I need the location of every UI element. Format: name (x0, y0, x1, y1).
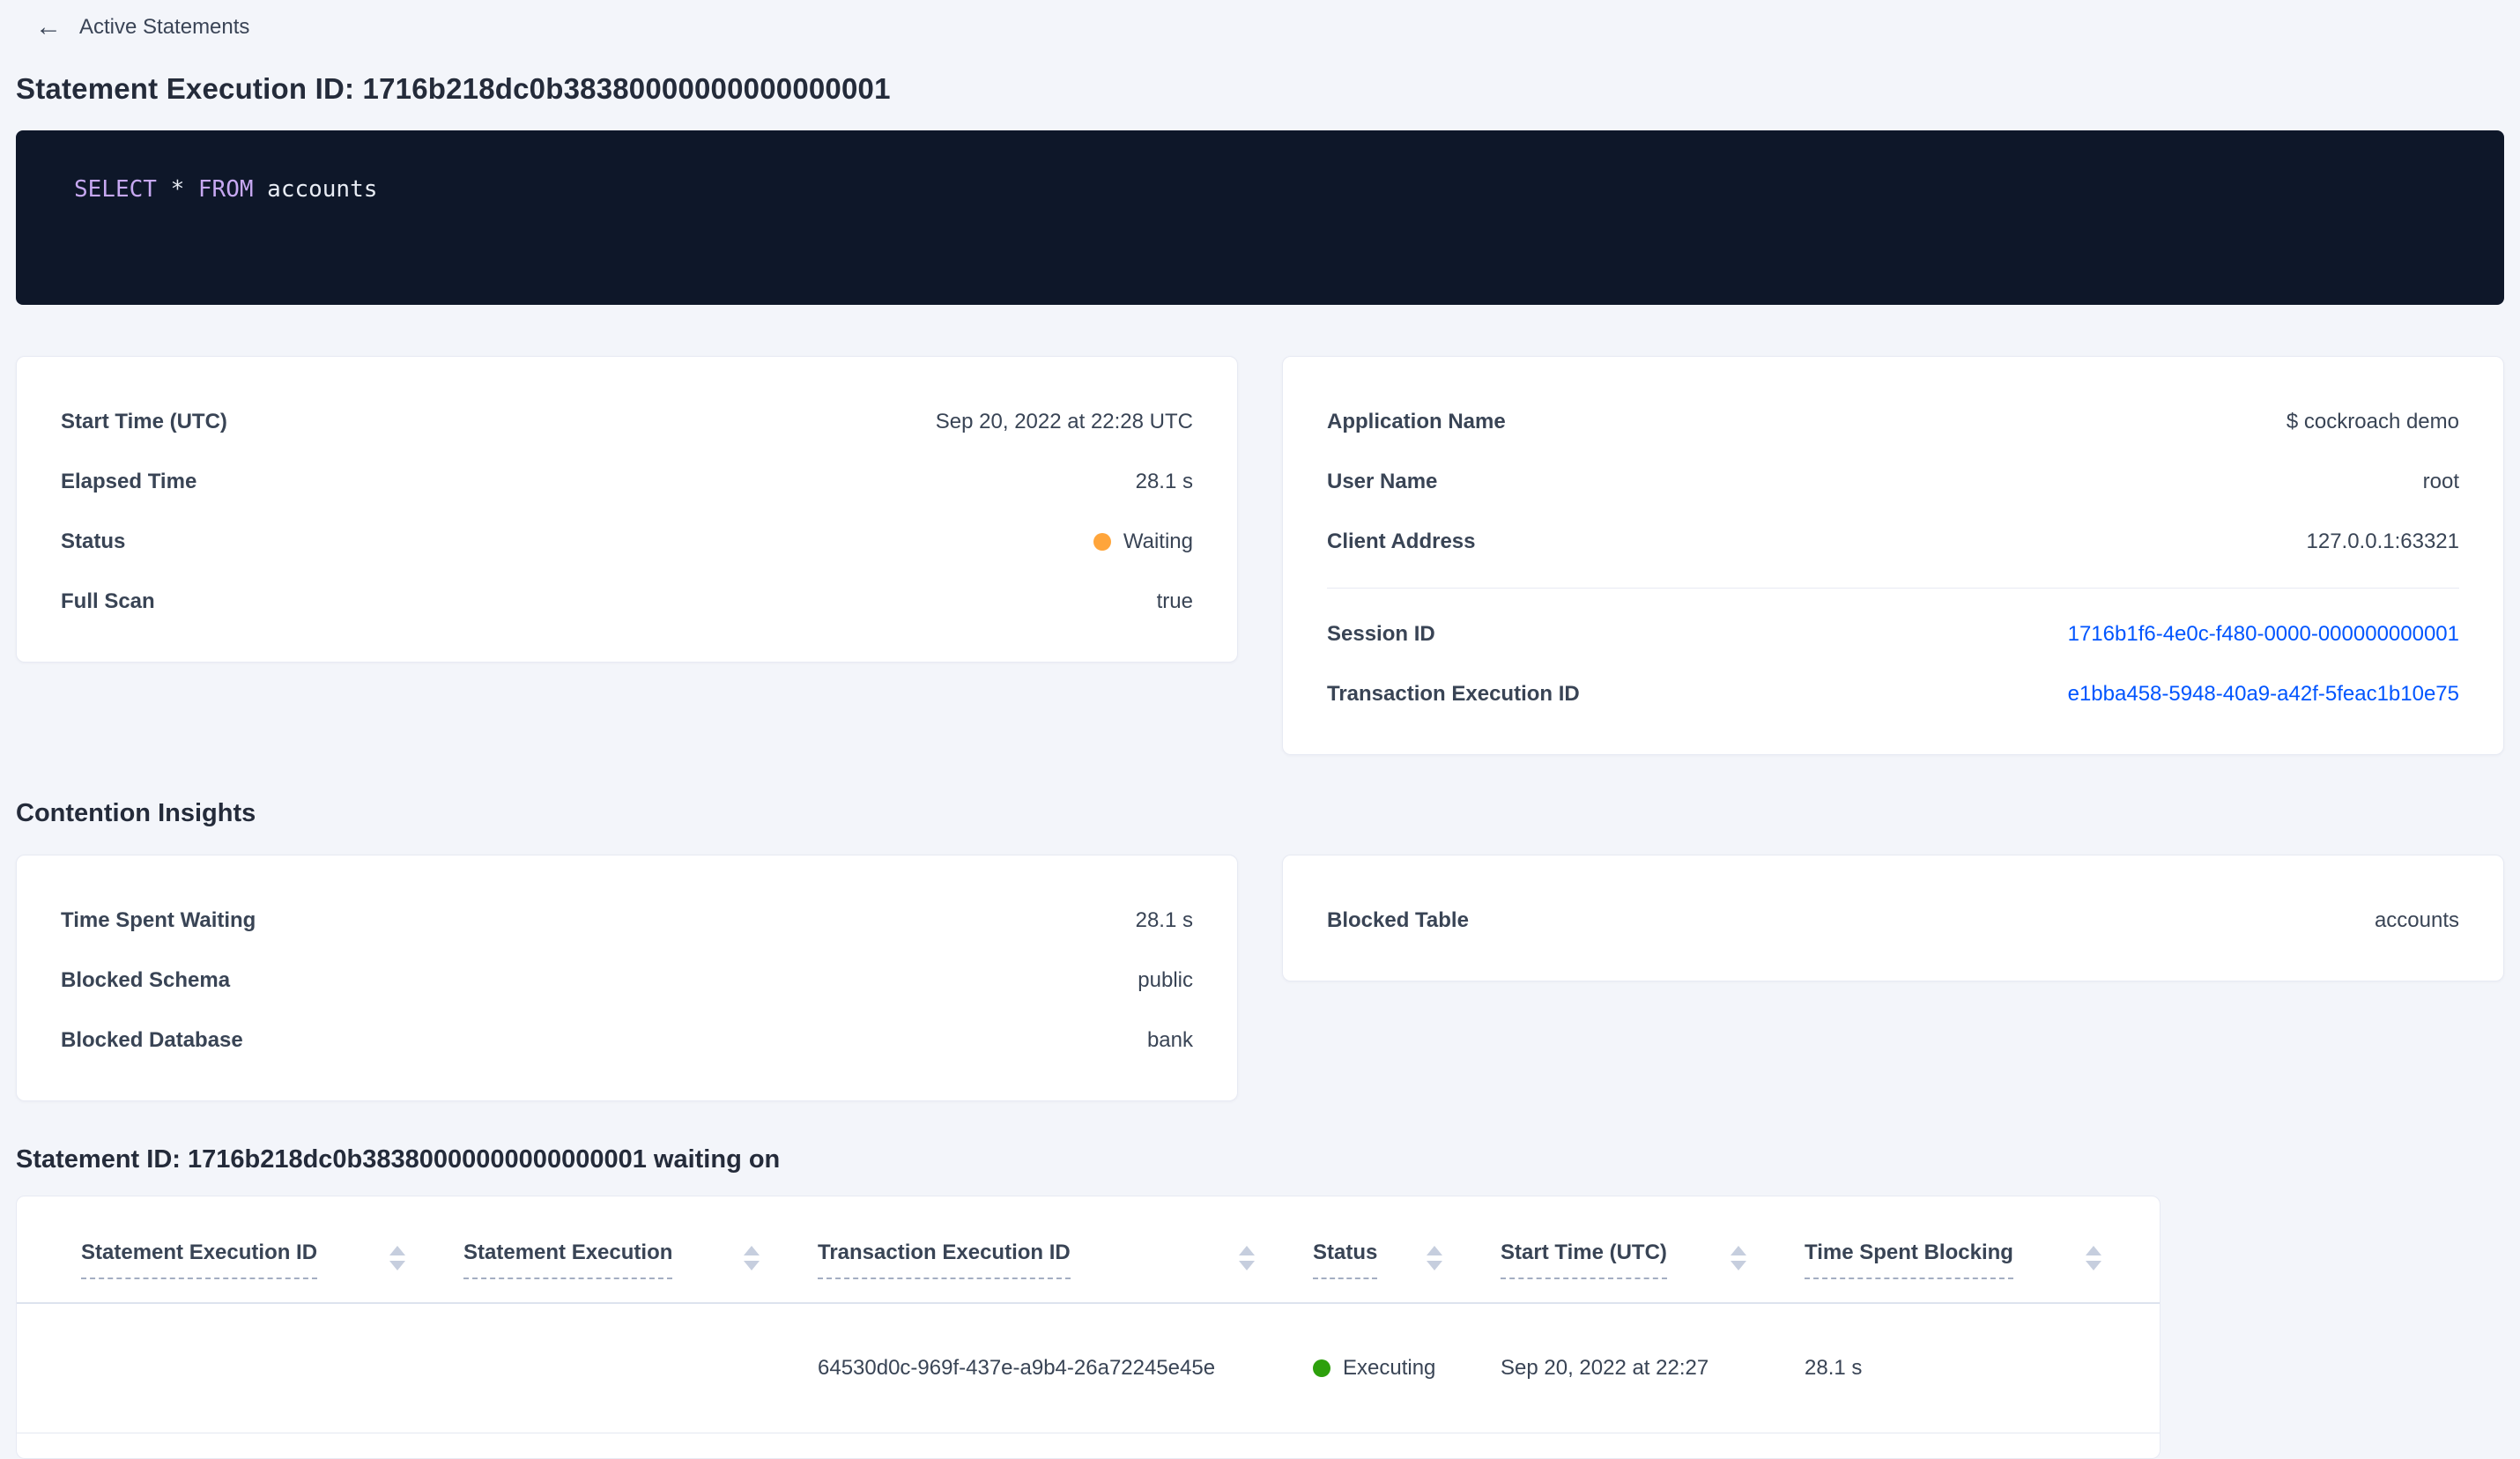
waiting-status-dot-icon (1093, 533, 1111, 551)
full-scan-value: true (1156, 589, 1193, 613)
elapsed-time-label: Elapsed Time (61, 470, 197, 493)
sort-icon[interactable] (744, 1246, 760, 1270)
cell-status: Executing (1313, 1304, 1501, 1433)
transaction-execution-id-label: Transaction Execution ID (1327, 682, 1580, 706)
col-header-start-time[interactable]: Start Time (UTC) (1501, 1196, 1805, 1302)
sql-keyword-from: FROM (197, 176, 254, 203)
elapsed-time-value: 28.1 s (1135, 470, 1193, 493)
back-arrow-icon: ← (35, 12, 62, 41)
waiting-on-table: Statement Execution ID Statement Executi… (16, 1196, 2161, 1459)
start-time-label: Start Time (UTC) (61, 410, 227, 433)
sort-icon[interactable] (1239, 1246, 1255, 1270)
sort-icon[interactable] (2086, 1246, 2101, 1270)
card-divider (1327, 588, 2459, 589)
col-header-label: Time Spent Blocking (1805, 1241, 2013, 1279)
sql-table-name: accounts (253, 176, 378, 203)
col-header-label: Statement Execution ID (81, 1241, 318, 1279)
col-header-label: Statement Execution (463, 1241, 673, 1279)
time-spent-waiting-row: Time Spent Waiting 28.1 s (61, 891, 1193, 951)
contention-insights-heading: Contention Insights (16, 799, 256, 827)
execution-overview-card: Start Time (UTC) Sep 20, 2022 at 22:28 U… (16, 356, 1238, 663)
col-header-statement-execution[interactable]: Statement Execution (463, 1196, 818, 1302)
breadcrumb-label: Active Statements (79, 15, 250, 39)
col-header-label: Start Time (UTC) (1501, 1241, 1667, 1279)
page-title: Statement Execution ID: 1716b218dc0b3838… (16, 72, 891, 105)
transaction-execution-id-row: Transaction Execution ID e1bba458-5948-4… (1327, 664, 2459, 724)
full-scan-label: Full Scan (61, 589, 155, 613)
cell-transaction-execution-id: 64530d0c-969f-437e-a9b4-26a72245e45e (818, 1356, 1216, 1380)
blocked-database-row: Blocked Database bank (61, 1011, 1193, 1070)
executing-status: Executing (1313, 1356, 1435, 1381)
user-name-value: root (2422, 470, 2459, 493)
overview-cards-row: Start Time (UTC) Sep 20, 2022 at 22:28 U… (16, 356, 2504, 755)
cell-statement-execution (463, 1304, 818, 1433)
status-text: Waiting (1123, 530, 1193, 553)
time-spent-waiting-label: Time Spent Waiting (61, 908, 256, 932)
blocked-schema-value: public (1138, 968, 1193, 992)
col-header-label: Transaction Execution ID (818, 1241, 1071, 1279)
blocked-schema-label: Blocked Schema (61, 968, 231, 992)
col-header-status[interactable]: Status (1313, 1196, 1501, 1302)
status-value: Waiting (1093, 530, 1193, 554)
col-header-statement-execution-id[interactable]: Statement Execution ID (81, 1196, 463, 1302)
blocked-table-row: Blocked Table accounts (1327, 891, 2459, 951)
sql-statement-text: SELECT * FROM accounts (74, 176, 377, 203)
executing-status-dot-icon (1313, 1359, 1330, 1377)
table-row: 64530d0c-969f-437e-a9b4-26a72245e45e Exe… (17, 1304, 2160, 1433)
application-name-row: Application Name $ cockroach demo (1327, 392, 2459, 452)
col-header-time-spent-blocking[interactable]: Time Spent Blocking (1805, 1196, 2160, 1302)
user-name-row: User Name root (1327, 452, 2459, 512)
time-spent-waiting-value: 28.1 s (1135, 908, 1193, 932)
session-id-link[interactable]: 1716b1f6-4e0c-f480-0000-000000000001 (2068, 622, 2459, 647)
sort-icon[interactable] (1731, 1246, 1746, 1270)
col-header-label: Status (1313, 1241, 1378, 1279)
client-address-row: Client Address 127.0.0.1:63321 (1327, 512, 2459, 572)
blocked-table-label: Blocked Table (1327, 908, 1469, 932)
blocked-database-value: bank (1146, 1028, 1193, 1052)
blocked-table-value: accounts (2374, 908, 2459, 932)
application-name-value: $ cockroach demo (2286, 410, 2459, 433)
application-name-label: Application Name (1327, 410, 1506, 433)
elapsed-time-row: Elapsed Time 28.1 s (61, 452, 1193, 512)
transaction-execution-id-link[interactable]: e1bba458-5948-40a9-a42f-5feac1b10e75 (2068, 682, 2459, 707)
full-scan-row: Full Scan true (61, 572, 1193, 632)
sort-icon[interactable] (389, 1246, 405, 1270)
cell-start-time: Sep 20, 2022 at 22:27 (1501, 1356, 1709, 1380)
session-id-label: Session ID (1327, 622, 1435, 646)
cell-statement-execution-id (81, 1304, 463, 1433)
cell-time-spent-blocking: 28.1 s (1805, 1356, 1863, 1380)
client-address-label: Client Address (1327, 530, 1476, 553)
breadcrumb-back-link[interactable]: ← Active Statements (35, 14, 249, 41)
contention-left-card: Time Spent Waiting 28.1 s Blocked Schema… (16, 855, 1238, 1101)
start-time-row: Start Time (UTC) Sep 20, 2022 at 22:28 U… (61, 392, 1193, 452)
session-id-row: Session ID 1716b1f6-4e0c-f480-0000-00000… (1327, 604, 2459, 664)
start-time-value: Sep 20, 2022 at 22:28 UTC (935, 410, 1193, 433)
user-name-label: User Name (1327, 470, 1438, 493)
waiting-on-heading: Statement ID: 1716b218dc0b38380000000000… (16, 1145, 781, 1174)
sql-keyword-select: SELECT (74, 176, 157, 203)
status-label: Status (61, 530, 126, 553)
client-address-value: 127.0.0.1:63321 (2306, 530, 2460, 553)
status-row: Status Waiting (61, 512, 1193, 572)
session-details-card: Application Name $ cockroach demo User N… (1282, 356, 2504, 755)
executing-status-text: Executing (1343, 1356, 1436, 1380)
sort-icon[interactable] (1427, 1246, 1442, 1270)
blocked-database-label: Blocked Database (61, 1028, 243, 1052)
contention-cards-row: Time Spent Waiting 28.1 s Blocked Schema… (16, 855, 2504, 1101)
sql-star: * (156, 176, 198, 203)
col-header-transaction-execution-id[interactable]: Transaction Execution ID (818, 1196, 1313, 1302)
contention-right-card: Blocked Table accounts (1282, 855, 2504, 981)
sql-statement-box: SELECT * FROM accounts (16, 130, 2504, 305)
table-header-row: Statement Execution ID Statement Executi… (17, 1196, 2160, 1304)
blocked-schema-row: Blocked Schema public (61, 951, 1193, 1011)
